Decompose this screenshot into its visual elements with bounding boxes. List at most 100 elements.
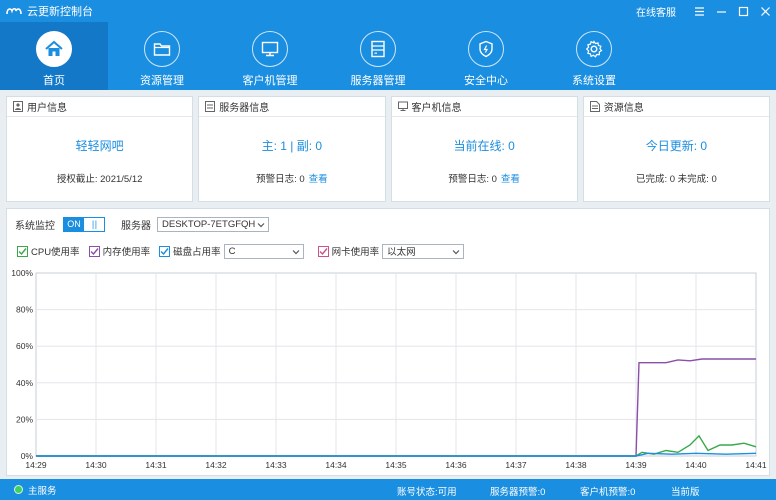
x-tick-label: 14:40	[685, 460, 707, 470]
nav-server-label: 服务器管理	[350, 75, 406, 87]
monitor-toggle[interactable]: ON | |	[63, 216, 105, 232]
minimize-button[interactable]	[710, 0, 732, 22]
online-service-link[interactable]: 在线客服	[636, 4, 676, 19]
server-select-label: 服务器	[121, 220, 151, 232]
x-tick-label: 14:35	[385, 460, 407, 470]
server-icon	[371, 40, 385, 58]
close-button[interactable]	[754, 0, 776, 22]
nav-resource-management[interactable]: 资源管理	[108, 22, 216, 90]
app-title: 云更新控制台	[27, 6, 93, 18]
y-tick-label: 100%	[11, 268, 33, 278]
server-warning-status: 服务器预警:0	[490, 487, 546, 498]
nav-client-label: 客户机管理	[242, 75, 298, 87]
license-expiry: 授权截止: 2021/5/12	[56, 174, 143, 185]
x-tick-label: 14:34	[325, 460, 347, 470]
nav-home-label: 首页	[43, 75, 65, 87]
check-icon	[18, 247, 27, 255]
server-warning-log: 预警日志: 0	[256, 174, 305, 185]
resource-info-card: 资源信息 今日更新: 0 已完成: 0 未完成: 0	[582, 96, 770, 202]
nav-security-label: 安全中心	[464, 75, 508, 87]
server-card-icon	[205, 101, 216, 112]
resource-card-icon	[589, 101, 600, 112]
client-view-link[interactable]: 查看	[501, 174, 520, 185]
y-tick-label: 0%	[21, 451, 34, 461]
server-count: 主: 1 | 副: 0	[261, 139, 323, 153]
client-card-icon	[397, 101, 408, 111]
user-card-title: 用户信息	[27, 103, 67, 114]
client-warning-log: 预警日志: 0	[448, 174, 497, 185]
network-select-value: 以太网	[387, 247, 416, 258]
x-tick-label: 14:29	[25, 460, 47, 470]
y-tick-label: 60%	[16, 341, 33, 351]
service-status-icon	[14, 485, 23, 494]
chevron-down-icon	[452, 249, 460, 254]
chevron-down-icon	[292, 249, 300, 254]
main-nav: 首页 资源管理 客户机管理 服务器管理 安全中心 系统设置	[0, 22, 776, 90]
system-monitor-panel: 系统监控 ON | | 服务器 DESKTOP-7ETGFQH CPU使用率 内…	[6, 208, 770, 476]
x-tick-label: 14:30	[85, 460, 107, 470]
account-status: 账号状态:可用	[397, 487, 457, 498]
minimize-icon	[716, 10, 726, 13]
maximize-icon	[738, 6, 748, 16]
disk-select-value: C	[228, 245, 236, 257]
app-logo-icon	[6, 7, 22, 15]
main-service-status: 主服务	[28, 485, 57, 497]
memory-checkbox-label: 内存使用率	[102, 247, 151, 258]
title-bar: 云更新控制台 在线客服	[0, 0, 776, 22]
x-tick-label: 14:33	[265, 460, 287, 470]
client-info-card: 客户机信息 当前在线: 0 预警日志: 0 查看	[390, 96, 578, 202]
toggle-knob: | |	[91, 219, 97, 229]
x-tick-label: 14:31	[145, 460, 167, 470]
server-view-link[interactable]: 查看	[309, 174, 328, 185]
close-icon	[760, 6, 770, 16]
nav-resource-label: 资源管理	[140, 75, 184, 87]
monitor-title: 系统监控	[15, 220, 55, 232]
menu-button[interactable]	[688, 0, 710, 22]
disk-checkbox-label: 磁盘占用率	[173, 247, 221, 258]
shield-icon	[479, 40, 493, 58]
memory-checkbox[interactable]: 内存使用率	[88, 244, 151, 258]
folder-icon	[153, 43, 171, 56]
nav-system-settings[interactable]: 系统设置	[540, 22, 648, 90]
check-icon	[160, 247, 169, 255]
version-status: 当前版本:2021.3.15.15306	[671, 487, 700, 498]
x-tick-label: 14:37	[505, 460, 527, 470]
check-icon	[90, 247, 99, 255]
network-select[interactable]: 以太网	[382, 243, 465, 259]
disk-checkbox[interactable]: 磁盘占用率	[159, 244, 221, 258]
monitor-chart: 14:29 14:30 14:31 14:32 14:33 14:34 14:35 14:36…	[11, 268, 767, 470]
y-tick-label: 20%	[16, 414, 33, 424]
x-tick-label: 14:41	[745, 460, 767, 470]
menu-icon	[694, 6, 704, 16]
nav-server-management[interactable]: 服务器管理	[324, 22, 432, 90]
x-tick-label: 14:36	[445, 460, 467, 470]
home-icon	[45, 40, 63, 56]
x-tick-label: 14:32	[205, 460, 227, 470]
monitor-icon	[261, 41, 279, 57]
cafe-name: 轻轻网吧	[75, 139, 124, 153]
user-info-card: 用户信息 轻轻网吧 授权截止: 2021/5/12	[6, 96, 194, 202]
cpu-checkbox-label: CPU使用率	[31, 247, 80, 258]
nav-security-center[interactable]: 安全中心	[432, 22, 540, 90]
x-tick-label: 14:38	[565, 460, 587, 470]
network-checkbox[interactable]: 网卡使用率	[317, 244, 380, 258]
chevron-down-icon	[257, 222, 265, 227]
status-bar: 主服务 账号状态:可用 服务器预警:0 客户机预警:0 当前版本:2021.3.…	[0, 479, 776, 500]
server-card-title: 服务器信息	[219, 103, 270, 114]
client-card-title: 客户机信息	[411, 103, 462, 114]
maximize-button[interactable]	[732, 0, 754, 22]
nav-client-management[interactable]: 客户机管理	[216, 22, 324, 90]
cpu-checkbox[interactable]: CPU使用率	[17, 244, 80, 258]
user-card-icon	[13, 101, 23, 112]
today-updates: 今日更新: 0	[645, 139, 708, 153]
network-checkbox-label: 网卡使用率	[331, 247, 380, 258]
check-icon	[319, 247, 328, 255]
update-progress: 已完成: 0 未完成: 0	[635, 174, 717, 185]
server-info-card: 服务器信息 主: 1 | 副: 0 预警日志: 0 查看	[198, 96, 386, 202]
disk-select[interactable]: C	[223, 243, 304, 259]
nav-home[interactable]: 首页	[0, 22, 108, 90]
server-select[interactable]: DESKTOP-7ETGFQH	[157, 216, 269, 232]
online-count: 当前在线: 0	[453, 139, 515, 153]
resource-card-title: 资源信息	[603, 103, 644, 114]
y-tick-label: 80%	[16, 305, 33, 315]
